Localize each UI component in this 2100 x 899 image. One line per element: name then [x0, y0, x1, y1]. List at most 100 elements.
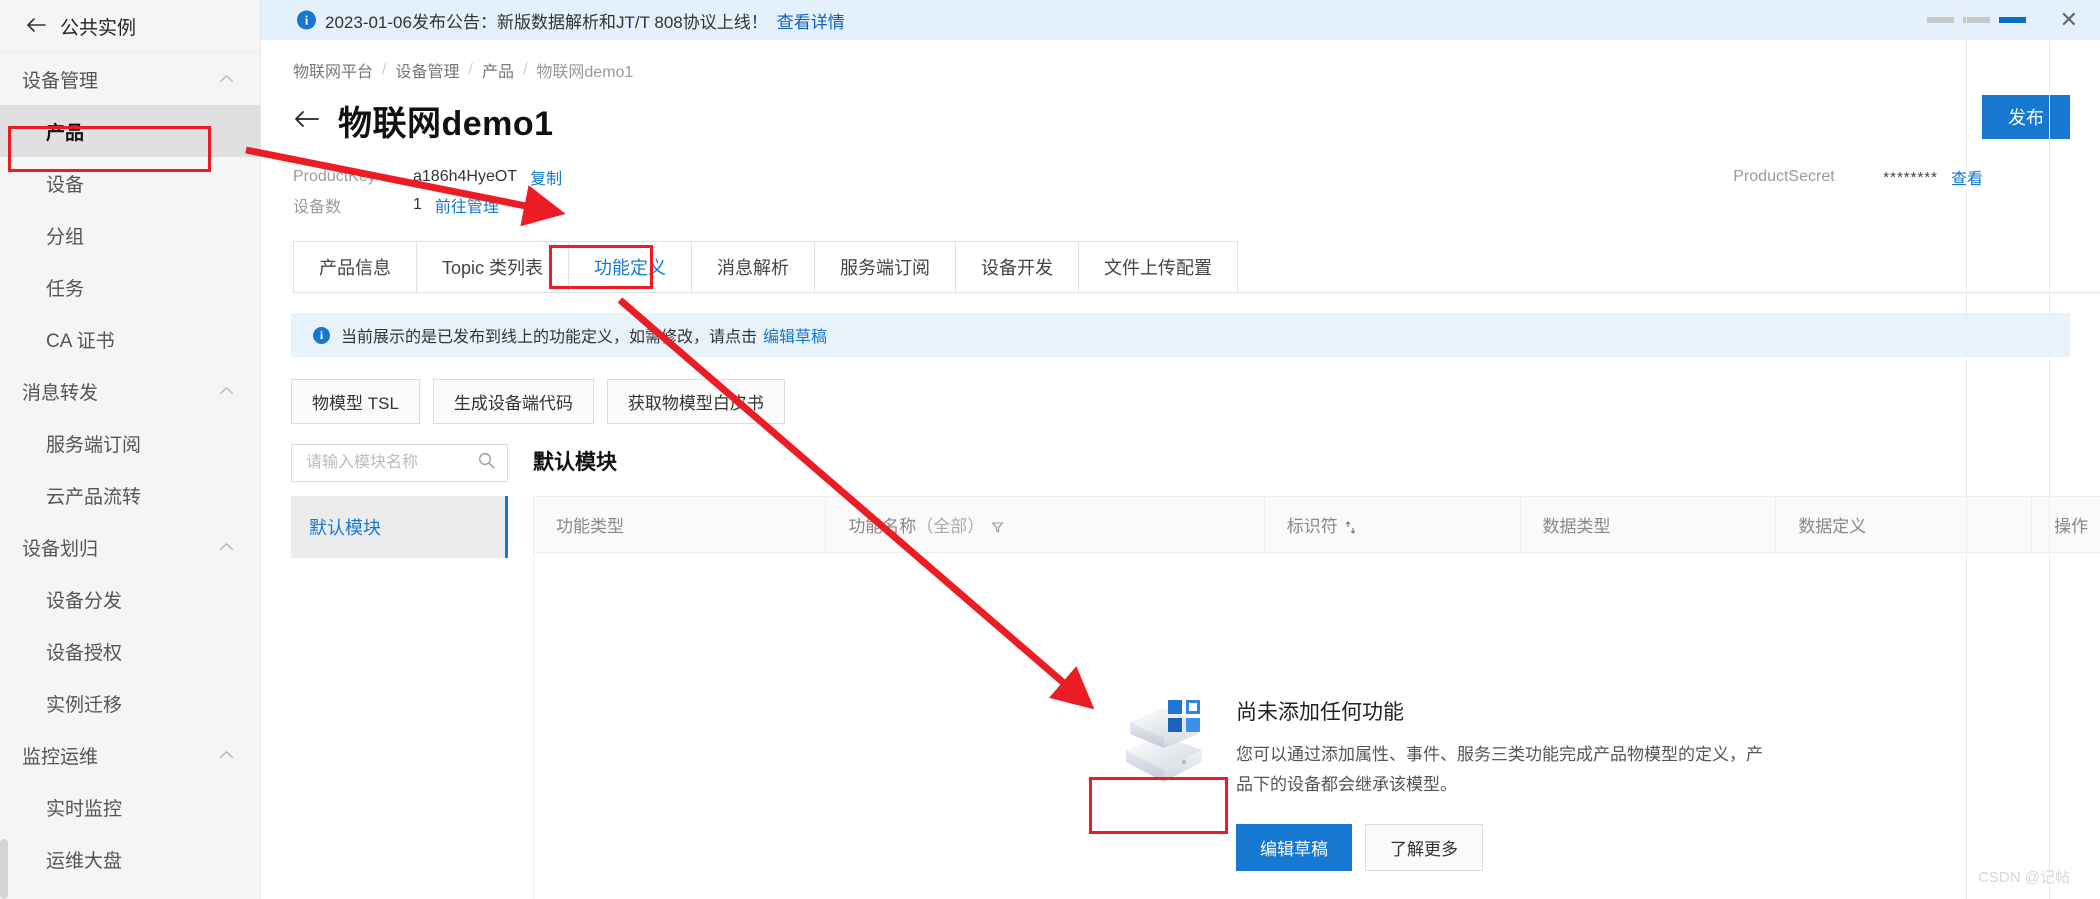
- close-icon[interactable]: ✕: [2060, 9, 2078, 31]
- device-count-row: 设备数 1 前往管理: [293, 191, 1983, 219]
- tab-消息解析[interactable]: 消息解析: [691, 241, 816, 292]
- tab-文件上传配置[interactable]: 文件上传配置: [1078, 241, 1239, 292]
- model-action-buttons: 物模型 TSL 生成设备端代码 获取物模型白皮书: [291, 379, 2100, 424]
- sidebar-item-云产品流转[interactable]: 云产品流转: [0, 469, 260, 521]
- sidebar-item-实例迁移[interactable]: 实例迁移: [0, 677, 260, 729]
- table-vertical-rule-1: [1966, 0, 1967, 899]
- module-search-box[interactable]: [291, 444, 508, 482]
- banner-controls: ✕: [1926, 9, 2078, 31]
- sidebar-item-设备[interactable]: 设备: [0, 157, 260, 209]
- table-column-label: 功能名称: [848, 517, 917, 536]
- chevron-up-icon[interactable]: [219, 542, 234, 552]
- action-button-获取物模型白皮书[interactable]: 获取物模型白皮书: [606, 379, 785, 424]
- sidebar-item-分组[interactable]: 分组: [0, 209, 260, 261]
- module-item-默认模块[interactable]: 默认模块: [291, 496, 508, 558]
- sidebar-item-设备分发[interactable]: 设备分发: [0, 573, 260, 625]
- sidebar-item-产品[interactable]: 产品: [0, 105, 260, 157]
- sidebar-item-设备授权[interactable]: 设备授权: [0, 625, 260, 677]
- info-circle-icon: i: [297, 10, 316, 30]
- stacked-box-icon: [1118, 692, 1210, 784]
- tab-Topic 类列表[interactable]: Topic 类列表: [416, 241, 570, 292]
- sidebar-group-label: 监控运维: [22, 746, 99, 768]
- sort-icon[interactable]: [1338, 517, 1356, 536]
- sidebar-item-实时监控[interactable]: 实时监控: [0, 781, 260, 833]
- device-count-label: 设备数: [293, 199, 342, 216]
- learn-more-button[interactable]: 了解更多: [1365, 824, 1483, 872]
- instance-selector[interactable]: 公共实例: [0, 0, 260, 53]
- sidebar-group-3[interactable]: 监控运维: [0, 729, 260, 781]
- sidebar-item-运维大盘[interactable]: 运维大盘: [0, 833, 260, 885]
- sidebar-group-1[interactable]: 消息转发: [0, 365, 260, 417]
- table-column-label: 数据定义: [1798, 517, 1867, 536]
- edit-draft-link[interactable]: 编辑草稿: [763, 323, 827, 347]
- empty-state: 尚未添加任何功能 您可以通过添加属性、事件、服务三类功能完成产品物模型的定义，产…: [535, 614, 2100, 872]
- module-title: 默认模块: [533, 451, 617, 474]
- filter-icon[interactable]: [984, 517, 1004, 536]
- sidebar-group-2[interactable]: 设备划归: [0, 521, 260, 573]
- page-title: 物联网demo1: [338, 105, 554, 143]
- empty-state-text: 尚未添加任何功能 您可以通过添加属性、事件、服务三类功能完成产品物模型的定义，产…: [1236, 692, 1776, 872]
- published-notice-alert: i 当前展示的是已发布到线上的功能定义，如需修改，请点击 编辑草稿: [291, 313, 2070, 357]
- tab-设备开发[interactable]: 设备开发: [955, 241, 1080, 292]
- page-header: 物联网demo1: [261, 82, 2100, 145]
- chevron-up-icon[interactable]: [219, 750, 234, 760]
- table-column-操作: 操作: [2031, 496, 2100, 553]
- breadcrumb-item-1[interactable]: 设备管理: [395, 58, 459, 82]
- chevron-up-icon[interactable]: [219, 386, 234, 396]
- table-column-标识符[interactable]: 标识符: [1264, 496, 1521, 553]
- function-table-area: 默认模块 功能类型 功能名称（全部） 标识符 数据类型 数据定义 操作 尚未添加…: [532, 444, 2100, 899]
- product-secret-label: ProductSecret: [1733, 168, 1835, 185]
- tab-服务端订阅[interactable]: 服务端订阅: [814, 241, 957, 292]
- arrow-left-icon[interactable]: [26, 16, 46, 37]
- action-button-物模型 TSL[interactable]: 物模型 TSL: [291, 379, 420, 424]
- carousel-dot-2[interactable]: [1998, 17, 2026, 23]
- announcement-text: 2023-01-06发布公告：新版数据解析和JT/T 808协议上线！: [325, 12, 768, 32]
- copy-product-key-link[interactable]: 复制: [530, 165, 562, 189]
- sidebar-item-任务[interactable]: 任务: [0, 261, 260, 313]
- sidebar-item-CA 证书[interactable]: CA 证书: [0, 313, 260, 365]
- chevron-up-icon[interactable]: [219, 74, 234, 84]
- table-column-功能名称[interactable]: 功能名称（全部）: [825, 496, 1265, 553]
- table-empty-cell: 尚未添加任何功能 您可以通过添加属性、事件、服务三类功能完成产品物模型的定义，产…: [533, 552, 2100, 899]
- breadcrumb-item-0[interactable]: 物联网平台: [293, 58, 373, 82]
- tab-产品信息[interactable]: 产品信息: [293, 241, 417, 292]
- info-circle-icon: i: [313, 326, 330, 344]
- instance-name: 公共实例: [60, 17, 137, 39]
- product-meta: ProductKey a186h4HyeOT 复制 ProductSecret …: [293, 163, 1983, 219]
- carousel-indicators[interactable]: [1926, 17, 2026, 23]
- watermark: CSDN @记帖: [1978, 869, 2070, 886]
- sidebar-item-服务端订阅[interactable]: 服务端订阅: [0, 417, 260, 469]
- breadcrumb-separator: /: [522, 61, 528, 78]
- carousel-dot-0[interactable]: [1926, 17, 1954, 23]
- table-column-数据定义: 数据定义: [1775, 496, 2033, 553]
- breadcrumb-separator: /: [468, 61, 473, 78]
- sidebar-scrollbar[interactable]: [0, 839, 8, 899]
- product-tabs: 产品信息 Topic 类列表 功能定义 消息解析 服务端订阅 设备开发 文件上传配置: [293, 241, 2100, 293]
- sidebar-nav: 设备管理产品设备分组任务 CA 证书 消息转发服务端订阅云产品流转设备划归设备分发设…: [0, 53, 260, 885]
- announcement-banner: i 2023-01-06发布公告：新版数据解析和JT/T 808协议上线！ 查看…: [261, 0, 2100, 40]
- empty-state-actions: 编辑草稿 了解更多: [1236, 824, 1776, 872]
- search-icon[interactable]: [478, 452, 495, 474]
- search-input[interactable]: [304, 453, 478, 473]
- announcement-detail-link[interactable]: 查看详情: [777, 8, 845, 33]
- breadcrumb-item-3: 物联网demo1: [536, 64, 634, 81]
- action-button-生成设备端代码[interactable]: 生成设备端代码: [432, 379, 594, 424]
- product-key-value: a186h4HyeOT: [413, 168, 518, 185]
- sidebar-item-label: 分组: [46, 226, 85, 248]
- arrow-left-icon[interactable]: [293, 107, 319, 134]
- main-content: i 2023-01-06发布公告：新版数据解析和JT/T 808协议上线！ 查看…: [261, 0, 2100, 899]
- goto-device-manage-link[interactable]: 前往管理: [435, 193, 499, 217]
- breadcrumb-item-2[interactable]: 产品: [482, 58, 514, 82]
- table-column-label: 操作: [2054, 517, 2089, 536]
- sidebar-group-0[interactable]: 设备管理: [0, 53, 260, 105]
- sidebar: 公共实例 设备管理产品设备分组任务 CA 证书 消息转发服务端订阅云产品流转设备划归…: [0, 0, 261, 899]
- sidebar-item-label: 运维大盘: [46, 850, 123, 872]
- sidebar-item-label: 服务端订阅: [46, 434, 142, 456]
- tab-功能定义[interactable]: 功能定义: [568, 241, 693, 292]
- table-header-row: 功能类型 功能名称（全部） 标识符 数据类型 数据定义 操作: [532, 496, 2100, 553]
- sidebar-item-label: 产品: [46, 122, 85, 144]
- module-panel: 默认模块 默认模块 功能类型 功能名称（全部） 标识符 数据类型 数据定义 操作: [291, 444, 2100, 899]
- sidebar-group-label: 设备划归: [22, 538, 99, 560]
- edit-draft-button[interactable]: 编辑草稿: [1236, 824, 1352, 872]
- publish-button[interactable]: 发布: [1982, 95, 2070, 139]
